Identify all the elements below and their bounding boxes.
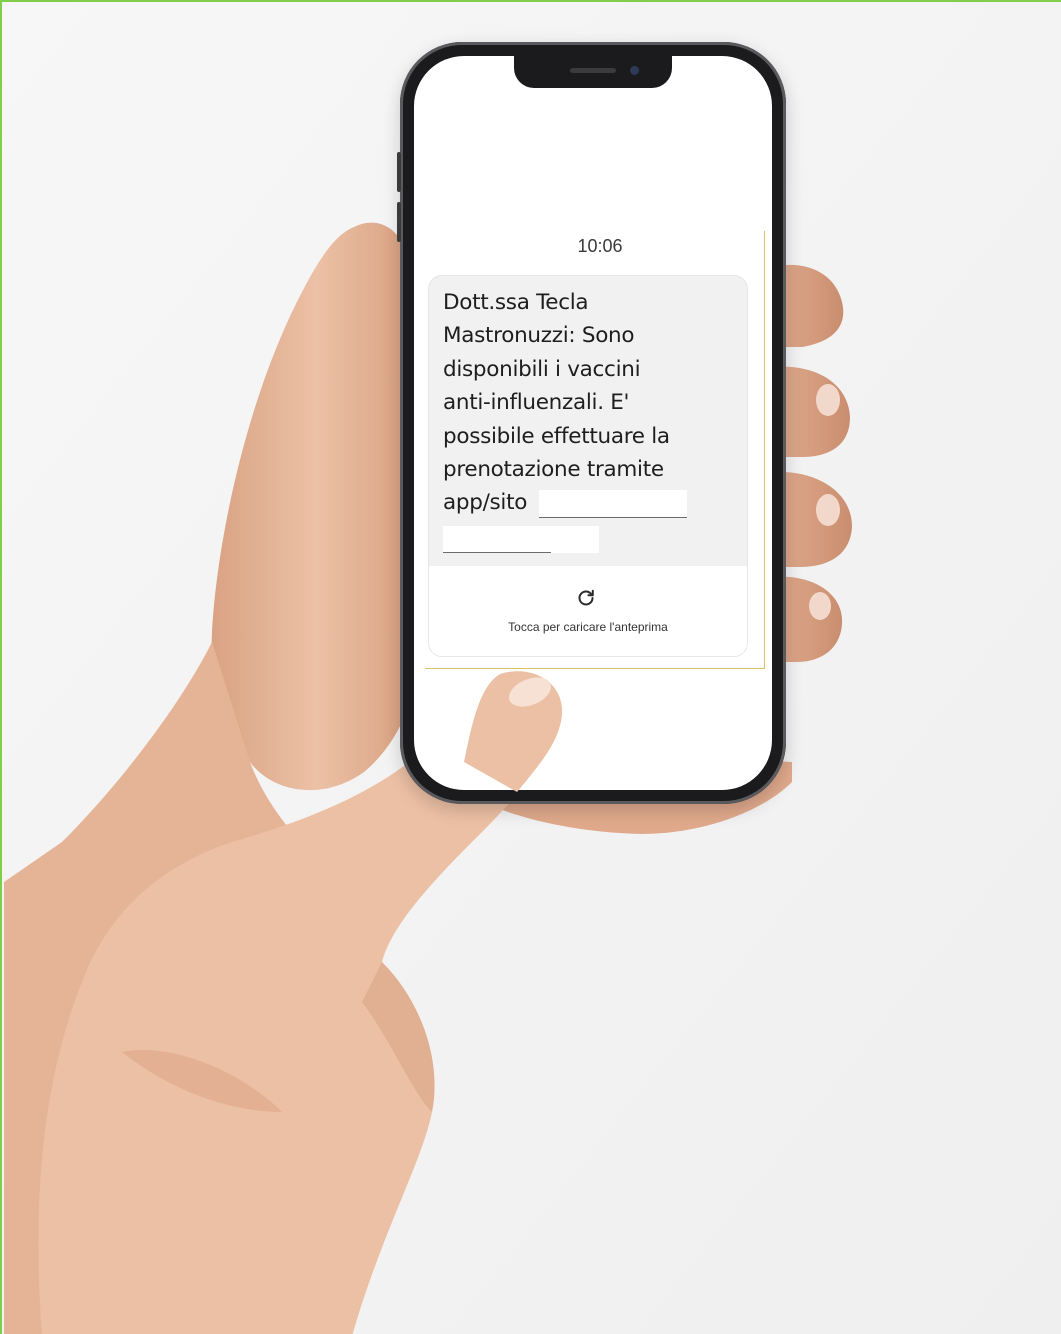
phone-volume-up-button: [397, 152, 401, 192]
redacted-link[interactable]: [539, 490, 687, 518]
link-preview-card[interactable]: Tocca per caricare l'anteprima: [429, 566, 747, 656]
phone-volume-down-button: [397, 202, 401, 242]
message-line: prenotazione tramite: [443, 457, 664, 483]
message-line: Dott.ssa Tecla: [443, 290, 589, 315]
refresh-icon[interactable]: [576, 588, 596, 608]
redaction-patch: [551, 526, 599, 553]
message-line: anti-influenzali. E': [443, 390, 630, 416]
message-bubble[interactable]: Dott.ssa Tecla Mastronuzzi: Sono disponi…: [428, 275, 748, 657]
front-camera-icon: [630, 66, 639, 75]
link-preview-label: Tocca per caricare l'anteprima: [508, 620, 668, 634]
message-line: Mastronuzzi: Sono: [443, 323, 635, 349]
sms-conversation: 10:06 Dott.ssa Tecla Mastronuzzi: Sono d…: [425, 231, 765, 669]
speaker-grille: [570, 68, 616, 73]
redacted-link-continued[interactable]: [443, 526, 551, 553]
message-timestamp: 10:06: [577, 236, 623, 256]
message-text: Dott.ssa Tecla Mastronuzzi: Sono disponi…: [443, 286, 735, 520]
message-line: possibile effettuare la: [443, 423, 670, 449]
message-line: disponibili i vaccini: [443, 356, 641, 382]
photo-frame: 10:06 Dott.ssa Tecla Mastronuzzi: Sono d…: [0, 0, 1061, 1334]
phone-notch: [514, 56, 672, 88]
